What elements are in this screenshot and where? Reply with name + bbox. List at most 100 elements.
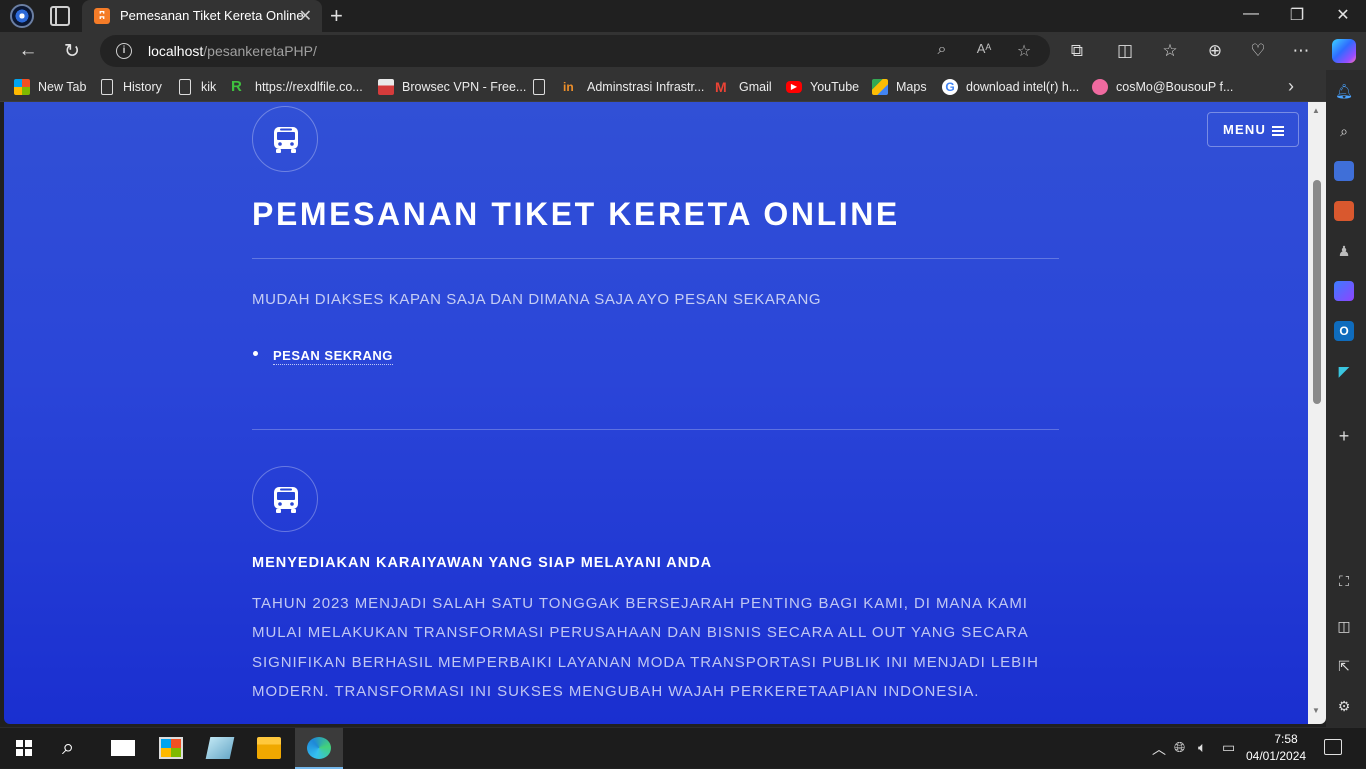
page-icon [101,79,113,95]
clock-time[interactable]: 7:58 [1266,732,1306,746]
minimize-button[interactable]: — [1228,5,1274,23]
menu-button[interactable]: MENU [1207,112,1299,147]
edge-sidebar: 🔔︎ ⌕ ♟ O ◤ + ⛶ ◫ ⇱ ⚙ [1326,70,1366,727]
feature-body-line: TAHUN 2023 MENJADI SALAH SATU TONGGAK BE… [252,595,1028,612]
collections-icon[interactable]: ⊕ [1203,41,1227,61]
taskbar-edge[interactable] [295,728,343,769]
gear-icon[interactable]: ⚙ [1334,696,1354,716]
feature-body-line: MODERN. TRANSFORMASI INI SUKSES MENGUBAH… [252,683,980,700]
bookmark-new-tab[interactable]: New Tab [14,78,86,96]
windows-icon [16,740,32,756]
bookmark-kik[interactable]: kik [179,78,216,96]
battery-icon[interactable]: ▭ [1222,739,1235,756]
tab-active[interactable]: ʭ Pemesanan Tiket Kereta Online ✕ [82,0,322,32]
scroll-down-icon[interactable]: ▼ [1312,706,1320,715]
maps-icon [872,79,888,95]
new-tab-button[interactable]: + [330,3,343,29]
bookmark-rexdlfile[interactable]: Rhttps://rexdlfile.co... [231,78,363,96]
bookmark-adminstrasi[interactable]: in Adminstrasi Infrastr... [563,78,704,96]
add-icon[interactable]: + [1334,426,1354,446]
bookmark-gmail[interactable]: M Gmail [715,78,772,96]
pesan-sekarang-link[interactable]: PESAN SEKRANG [273,348,393,365]
bus-icon [252,466,318,532]
webpage: MENU PEMESANAN TIKET KERETA ONLINE MUDAH… [4,102,1308,724]
taskbar: ⌕ ︿ 🌐︎ 🔈︎ ▭ 7:58 04/01/2024 [0,727,1366,769]
page-icon [533,79,545,95]
copilot-icon[interactable] [1332,39,1356,63]
site-info-icon[interactable]: i [116,43,132,59]
address-url[interactable]: localhost/pesankeretaPHP/ [148,43,317,59]
extensions-icon[interactable]: ⧉ [1065,41,1089,61]
screenshot-icon[interactable]: ⛶ [1334,571,1354,591]
tag-icon[interactable] [1334,161,1354,181]
profile-avatar[interactable] [10,4,34,28]
hamburger-icon [1272,126,1284,136]
bookmark-youtube[interactable]: ▶ YouTube [786,78,859,96]
drop-icon[interactable]: ◤ [1334,361,1354,381]
zoom-icon[interactable]: ⌕ [932,41,952,59]
bookmark-history[interactable]: History [101,78,162,96]
bus-icon [252,106,318,172]
notifications-icon[interactable] [1324,739,1342,755]
toolbox-icon[interactable] [1334,201,1354,221]
external-link-icon[interactable]: ⇱ [1334,656,1354,676]
bullet [253,351,258,356]
scroll-up-icon[interactable]: ▲ [1312,106,1320,115]
favorite-star-icon[interactable]: ☆ [1014,41,1034,61]
cosmo-icon [1092,79,1108,95]
taskbar-mail[interactable] [99,728,147,769]
bookmark-browsec[interactable]: Browsec VPN - Free... [378,78,526,96]
close-tab-icon[interactable]: ✕ [299,6,312,26]
page-title: PEMESANAN TIKET KERETA ONLINE [252,196,900,232]
refresh-icon[interactable]: ↻ [60,40,84,63]
outlook-icon[interactable]: O [1334,321,1354,341]
favorites-icon[interactable]: ☆ [1158,41,1182,61]
sidebar-layout-icon[interactable]: ◫ [1334,616,1354,636]
globe-icon[interactable]: 🌐︎ [1174,739,1185,756]
volume-icon[interactable]: 🔈︎ [1198,739,1206,756]
store-icon [159,737,183,759]
gmail-icon: M [715,79,727,95]
restore-button[interactable]: ❐ [1274,5,1320,25]
bookmark-download-intel[interactable]: Gdownload intel(r) h... [942,78,1079,96]
bookmark-maps[interactable]: Maps [872,78,927,96]
microsoft-365-icon[interactable] [1334,281,1354,301]
taskbar-search-button[interactable]: ⌕ [48,728,96,769]
bookmark-untitled[interactable] [533,78,553,96]
address-bar[interactable]: i localhost/pesankeretaPHP/ ⌕ Aᴬ ☆ [100,35,1050,67]
folder-icon [257,737,281,759]
notes-icon [205,737,235,759]
bookmark-cosmo[interactable]: cosMo@BousouP f... [1092,78,1233,96]
taskbar-store[interactable] [147,728,195,769]
back-icon[interactable]: ← [16,40,40,62]
feature-title: MENYEDIAKAN KARAIYAWAN YANG SIAP MELAYAN… [252,555,713,571]
window-close-button[interactable]: ✕ [1320,5,1366,25]
browsec-icon [378,79,394,95]
bookmarks-bar: New Tab History kik Rhttps://rexdlfile.c… [0,70,1326,102]
split-screen-icon[interactable]: ◫ [1113,41,1137,61]
tab-title: Pemesanan Tiket Kereta Online [120,8,304,23]
taskbar-file-explorer[interactable] [245,728,293,769]
page-scrollbar[interactable]: ▲ ▼ [1308,102,1326,724]
mail-icon [111,740,135,756]
browser-essentials-icon[interactable]: ♡ [1246,41,1270,61]
bell-icon[interactable]: 🔔︎ [1334,81,1354,101]
feature-body-line: SIGNIFIKAN BERHASIL MEMPERBAIKI LAYANAN … [252,654,1039,671]
page-viewport: MENU PEMESANAN TIKET KERETA ONLINE MUDAH… [4,102,1326,724]
chevron-right-icon[interactable]: › [1288,76,1294,97]
xampp-icon: ʭ [94,8,110,24]
chevron-up-icon[interactable]: ︿ [1152,739,1166,759]
browser-toolbar: ← ↻ i localhost/pesankeretaPHP/ ⌕ Aᴬ ☆ ⧉… [0,32,1366,70]
read-aloud-icon[interactable]: Aᴬ [974,41,994,56]
r-icon: R [231,78,242,95]
clock-date[interactable]: 04/01/2024 [1246,749,1306,763]
tagline: MUDAH DIAKSES KAPAN SAJA DAN DIMANA SAJA… [252,291,822,308]
scrollbar-thumb[interactable] [1313,180,1321,404]
page-icon [179,79,191,95]
games-icon[interactable]: ♟ [1334,241,1354,261]
search-icon[interactable]: ⌕ [1334,121,1354,141]
start-button[interactable] [0,728,48,769]
more-options-icon[interactable]: ⋯ [1289,41,1313,61]
taskbar-app[interactable] [196,728,244,769]
tab-actions-icon[interactable] [50,6,70,26]
